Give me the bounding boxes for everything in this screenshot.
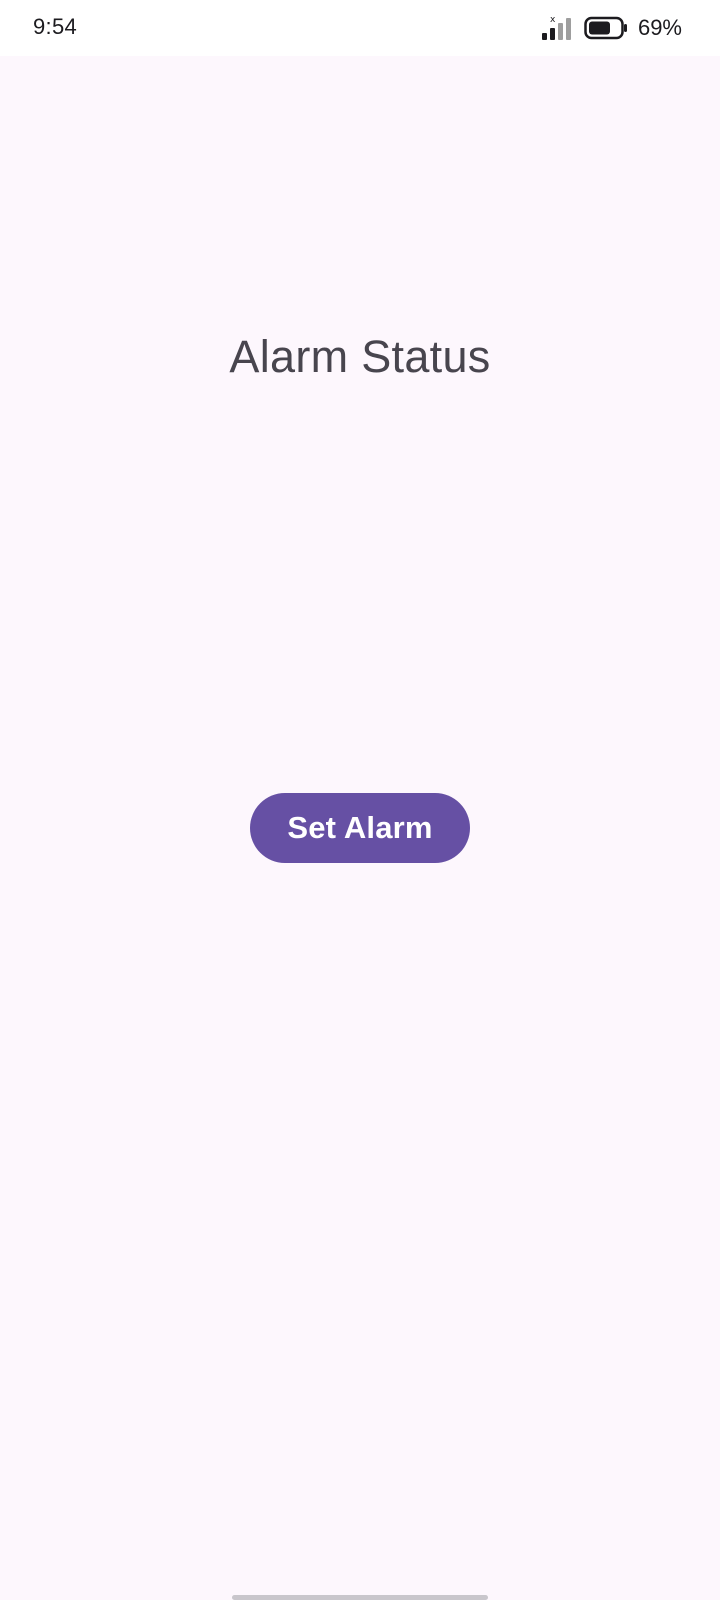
cellular-signal-icon: x — [540, 15, 574, 41]
app-content: Alarm Status Set Alarm — [0, 56, 720, 1600]
status-bar: 9:54 x 69% — [0, 0, 720, 56]
svg-text:x: x — [550, 15, 556, 25]
home-indicator[interactable] — [232, 1595, 488, 1600]
status-icons: x 69% — [540, 12, 682, 44]
page-title: Alarm Status — [229, 331, 491, 382]
set-alarm-button[interactable]: Set Alarm — [250, 793, 470, 863]
battery-percent: 69% — [637, 15, 682, 40]
status-time: 9:54 — [33, 14, 78, 39]
battery-icon — [584, 16, 628, 40]
